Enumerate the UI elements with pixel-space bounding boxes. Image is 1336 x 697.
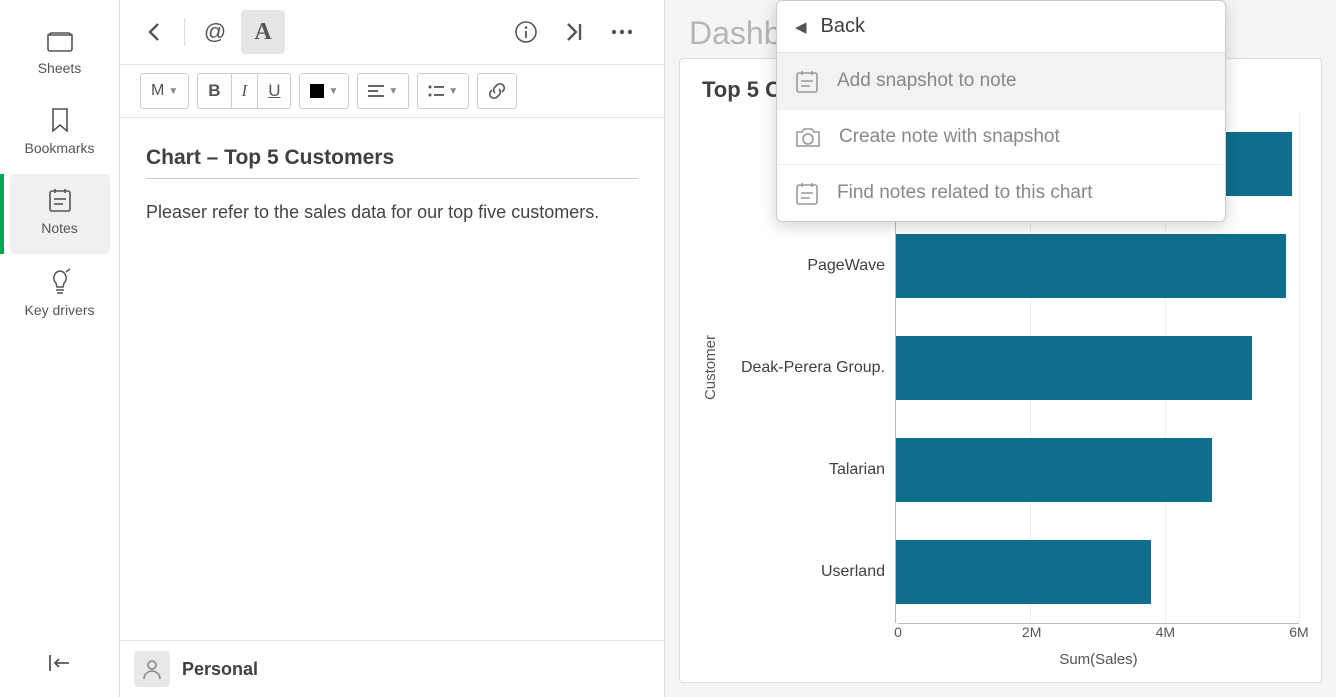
note-text: Pleaser refer to the sales data for our … (146, 199, 638, 226)
menu-item-add-snapshot[interactable]: Add snapshot to note (777, 53, 1225, 110)
info-icon (514, 20, 538, 44)
at-icon: @ (204, 19, 226, 45)
divider (184, 18, 185, 46)
info-button[interactable] (504, 10, 548, 54)
alignment-dropdown[interactable]: ▼ (358, 74, 408, 108)
menu-item-label: Create note with snapshot (839, 126, 1060, 148)
sidebar-item-label: Notes (41, 220, 78, 236)
chevron-down-icon: ▼ (328, 86, 338, 97)
sidebar-item-label: Sheets (38, 60, 82, 76)
category-label: Deak-Perera Group. (723, 317, 895, 419)
notes-icon (795, 69, 819, 93)
sheet-icon (47, 32, 73, 52)
list-dropdown[interactable]: ▼ (418, 74, 468, 108)
menu-item-find-notes[interactable]: Find notes related to this chart (777, 165, 1225, 221)
collapse-sidebar-button[interactable] (49, 654, 71, 677)
bookmark-icon (51, 108, 69, 132)
category-label: PageWave (723, 215, 895, 317)
heading-size-value: M (151, 82, 164, 100)
notes-icon (795, 181, 819, 205)
more-button[interactable] (600, 10, 644, 54)
note-title: Chart – Top 5 Customers (146, 146, 638, 179)
text-color-dropdown[interactable]: ▼ (300, 74, 348, 108)
goto-end-button[interactable] (552, 10, 596, 54)
popover-back-button[interactable]: ◀ Back (777, 1, 1225, 53)
notes-footer: Personal (120, 640, 664, 697)
bar[interactable] (896, 336, 1252, 399)
triangle-left-icon: ◀ (795, 18, 807, 36)
owner-avatar[interactable] (134, 651, 170, 687)
owner-label: Personal (182, 659, 258, 680)
menu-item-label: Add snapshot to note (837, 70, 1017, 92)
category-label: Talarian (723, 419, 895, 521)
mention-button[interactable]: @ (193, 10, 237, 54)
bar[interactable] (896, 438, 1212, 501)
sidebar-item-notes[interactable]: Notes (10, 174, 110, 254)
popover-back-label: Back (821, 15, 865, 38)
chevron-down-icon: ▼ (448, 86, 458, 97)
bullet-list-icon (428, 85, 444, 97)
snapshot-menu-popover: ◀ Back Add snapshot to note Create note … (776, 0, 1226, 222)
x-axis-label: Sum(Sales) (898, 647, 1299, 668)
letter-a-icon: A (254, 19, 271, 46)
category-label: Userland (723, 521, 895, 623)
note-body[interactable]: Chart – Top 5 Customers Pleaser refer to… (120, 118, 664, 640)
lightbulb-icon (48, 268, 72, 294)
sidebar-item-keydrivers[interactable]: Key drivers (10, 254, 110, 336)
format-toolbar: M ▼ B I U ▼ ▼ (120, 65, 664, 118)
align-left-icon (368, 85, 384, 97)
color-swatch-icon (310, 84, 324, 98)
more-horizontal-icon (611, 29, 633, 35)
menu-item-create-note[interactable]: Create note with snapshot (777, 110, 1225, 165)
text-style-button[interactable]: A (241, 10, 285, 54)
person-icon (142, 659, 162, 679)
chevron-down-icon: ▼ (388, 86, 398, 97)
camera-icon (795, 126, 821, 148)
x-tick-label: 6M (1289, 624, 1308, 640)
sidebar-item-bookmarks[interactable]: Bookmarks (10, 94, 110, 174)
notes-icon (49, 188, 71, 212)
notes-topbar: @ A (120, 0, 664, 65)
dashboard-area: Dashb Top 5 C Customer ParacelPageWaveDe… (665, 0, 1336, 697)
bar[interactable] (896, 540, 1151, 603)
sidebar-item-sheets[interactable]: Sheets (10, 18, 110, 94)
underline-button[interactable]: U (258, 74, 290, 108)
link-button[interactable] (478, 74, 516, 108)
italic-button[interactable]: I (232, 74, 259, 108)
chevron-left-icon (147, 22, 161, 42)
heading-size-dropdown[interactable]: M ▼ (141, 74, 188, 108)
menu-item-label: Find notes related to this chart (837, 182, 1093, 204)
notes-panel: @ A M ▼ B I U (120, 0, 665, 697)
chevron-down-icon: ▼ (168, 86, 178, 97)
back-button[interactable] (132, 10, 176, 54)
bar[interactable] (896, 234, 1286, 297)
x-tick-label: 0 (894, 624, 902, 640)
bold-button[interactable]: B (198, 74, 231, 108)
chevron-right-bar-icon (565, 22, 583, 42)
x-tick-label: 4M (1156, 624, 1175, 640)
x-tick-label: 2M (1022, 624, 1041, 640)
left-sidebar: Sheets Bookmarks Notes Key drivers (0, 0, 120, 697)
sidebar-item-label: Bookmarks (24, 140, 94, 156)
link-icon (488, 82, 506, 100)
y-axis-label: Customer (702, 335, 719, 400)
sidebar-item-label: Key drivers (24, 302, 94, 318)
